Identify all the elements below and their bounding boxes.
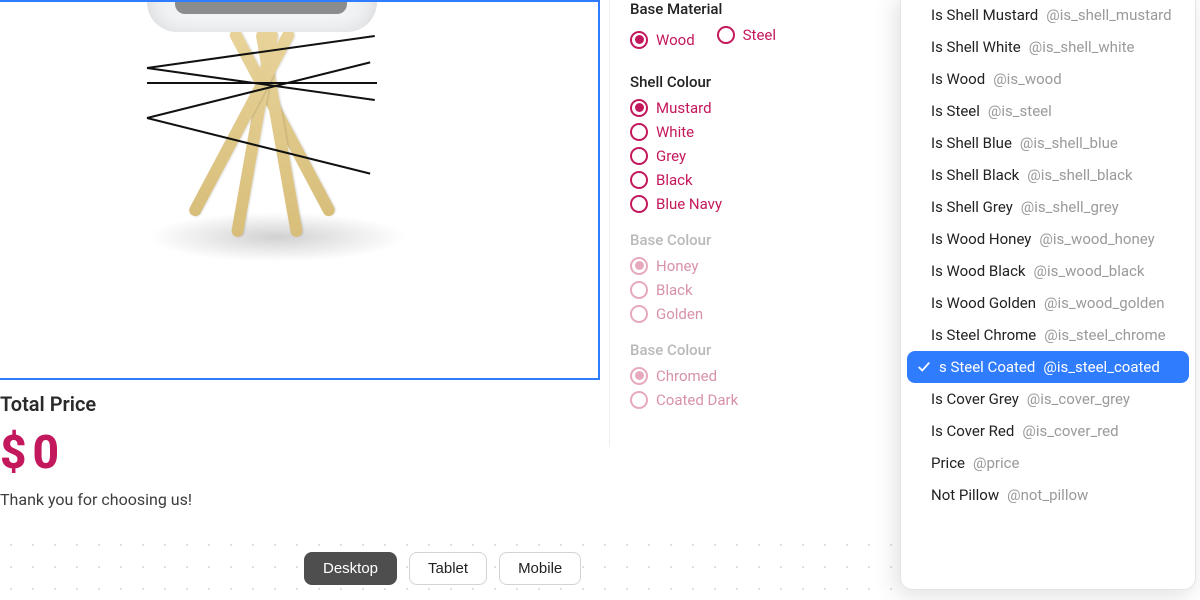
thank-you-text: Thank you for choosing us! — [0, 490, 192, 509]
variable-row[interactable]: Is Wood Honey @is_wood_honey — [901, 223, 1195, 255]
base-material-group: Base Material Wood Steel — [630, 0, 909, 55]
variable-id: @not_pillow — [1007, 486, 1088, 504]
radio-wood[interactable]: Wood — [630, 31, 695, 49]
shell-colour-group: Shell Colour Mustard White Grey Black Bl… — [630, 73, 909, 213]
radio-grey[interactable]: Grey — [630, 147, 909, 165]
variable-label: Is Wood — [931, 70, 985, 88]
variable-id: @is_shell_white — [1029, 38, 1135, 56]
radio-icon — [630, 367, 648, 385]
viewport-switcher: Desktop Tablet Mobile — [304, 552, 581, 585]
variable-label: Is Wood Golden — [931, 294, 1036, 312]
variable-id: @is_steel — [988, 102, 1052, 120]
variable-label: Is Shell Grey — [931, 198, 1013, 216]
check-icon — [917, 360, 931, 374]
base-colour-steel-group: Base Colour Chromed Coated Dark — [630, 341, 909, 409]
variable-label: Is Steel — [931, 102, 980, 120]
radio-icon — [630, 171, 648, 189]
variable-id: @is_steel_coated — [1043, 358, 1159, 376]
variable-id: @is_shell_grey — [1021, 198, 1119, 216]
variable-label: Not Pillow — [931, 486, 999, 504]
price-block: Total Price $0 Thank you for choosing us… — [0, 392, 192, 509]
radio-black-wood[interactable]: Black — [630, 281, 909, 299]
variable-id: @is_wood_golden — [1044, 294, 1165, 312]
variable-row[interactable]: Is Shell Blue @is_shell_blue — [901, 127, 1195, 159]
shell-colour-label: Shell Colour — [630, 73, 909, 91]
variable-label: Is Shell White — [931, 38, 1021, 56]
viewport-desktop-button[interactable]: Desktop — [304, 552, 397, 585]
radio-chromed[interactable]: Chromed — [630, 367, 909, 385]
price-title: Total Price — [0, 392, 192, 416]
variable-id: @is_shell_black — [1027, 166, 1132, 184]
variable-row[interactable]: Is Wood Black @is_wood_black — [901, 255, 1195, 287]
radio-icon — [630, 123, 648, 141]
radio-icon — [630, 31, 648, 49]
variable-label: Is Shell Blue — [931, 134, 1012, 152]
variable-id: @is_shell_blue — [1020, 134, 1118, 152]
variable-id: @price — [973, 454, 1019, 472]
radio-steel[interactable]: Steel — [717, 26, 776, 44]
radio-mustard[interactable]: Mustard — [630, 99, 909, 117]
variable-id: @is_shell_mustard — [1046, 6, 1171, 24]
variable-row[interactable]: Is Steel Chrome @is_steel_chrome — [901, 319, 1195, 351]
variable-id: @is_wood_black — [1034, 262, 1145, 280]
variable-label: Is Steel Chrome — [931, 326, 1036, 344]
price-value: $0 — [0, 426, 192, 480]
variable-row[interactable]: Is Wood Golden @is_wood_golden — [901, 287, 1195, 319]
radio-blue-navy[interactable]: Blue Navy — [630, 195, 909, 213]
preview-canvas[interactable] — [0, 0, 600, 380]
currency-symbol: $ — [0, 426, 27, 480]
variable-row[interactable]: Is Shell Grey @is_shell_grey — [901, 191, 1195, 223]
product-options: Base Material Wood Steel Shell Colour Mu… — [609, 0, 909, 447]
variable-row[interactable]: Is Cover Grey @is_cover_grey — [901, 383, 1195, 415]
radio-black[interactable]: Black — [630, 171, 909, 189]
radio-icon — [717, 26, 735, 44]
viewport-tablet-button[interactable]: Tablet — [409, 552, 487, 585]
variable-row[interactable]: Is Shell White @is_shell_white — [901, 31, 1195, 63]
chair-image — [0, 2, 598, 378]
variable-dropdown-panel[interactable]: Is Shell Mustard@is_shell_mustardIs Shel… — [900, 0, 1196, 590]
base-colour-wood-group: Base Colour Honey Black Golden — [630, 231, 909, 323]
variable-row[interactable]: s Steel Coated @is_steel_coated — [907, 351, 1189, 383]
variable-label: Is Cover Red — [931, 422, 1014, 440]
radio-icon — [630, 391, 648, 409]
variable-id: @is_cover_grey — [1027, 390, 1130, 408]
variable-row[interactable]: Is Shell Black @is_shell_black — [901, 159, 1195, 191]
variable-label: Price — [931, 454, 965, 472]
viewport-mobile-button[interactable]: Mobile — [499, 552, 581, 585]
radio-honey[interactable]: Honey — [630, 257, 909, 275]
radio-golden[interactable]: Golden — [630, 305, 909, 323]
radio-icon — [630, 305, 648, 323]
price-number: 0 — [33, 426, 60, 480]
variable-label: Is Wood Honey — [931, 230, 1031, 248]
radio-icon — [630, 99, 648, 117]
variable-row[interactable]: Is Wood @is_wood — [901, 63, 1195, 95]
base-colour-steel-label: Base Colour — [630, 341, 909, 359]
radio-white[interactable]: White — [630, 123, 909, 141]
radio-coated-dark[interactable]: Coated Dark — [630, 391, 909, 409]
variable-row[interactable]: Is Shell Mustard @is_shell_mustard — [901, 0, 1195, 31]
radio-icon — [630, 257, 648, 275]
radio-icon — [630, 281, 648, 299]
variable-id: @is_wood_honey — [1039, 230, 1154, 248]
variable-label: s Steel Coated — [939, 358, 1035, 376]
radio-icon — [630, 195, 648, 213]
variable-row[interactable]: Is Cover Red @is_cover_red — [901, 415, 1195, 447]
variable-label: Is Shell Black — [931, 166, 1019, 184]
variable-label: Is Shell Mustard — [931, 6, 1038, 24]
variable-label: Is Wood Black — [931, 262, 1026, 280]
variable-row[interactable]: Not Pillow @not_pillow — [901, 479, 1195, 511]
radio-icon — [630, 147, 648, 165]
variable-row[interactable]: Price @price — [901, 447, 1195, 479]
variable-label: Is Cover Grey — [931, 390, 1019, 408]
variable-row[interactable]: Is Steel @is_steel — [901, 95, 1195, 127]
variable-id: @is_steel_chrome — [1044, 326, 1165, 344]
variable-id: @is_cover_red — [1022, 422, 1118, 440]
base-colour-wood-label: Base Colour — [630, 231, 909, 249]
base-material-label: Base Material — [630, 0, 909, 18]
variable-id: @is_wood — [993, 70, 1061, 88]
